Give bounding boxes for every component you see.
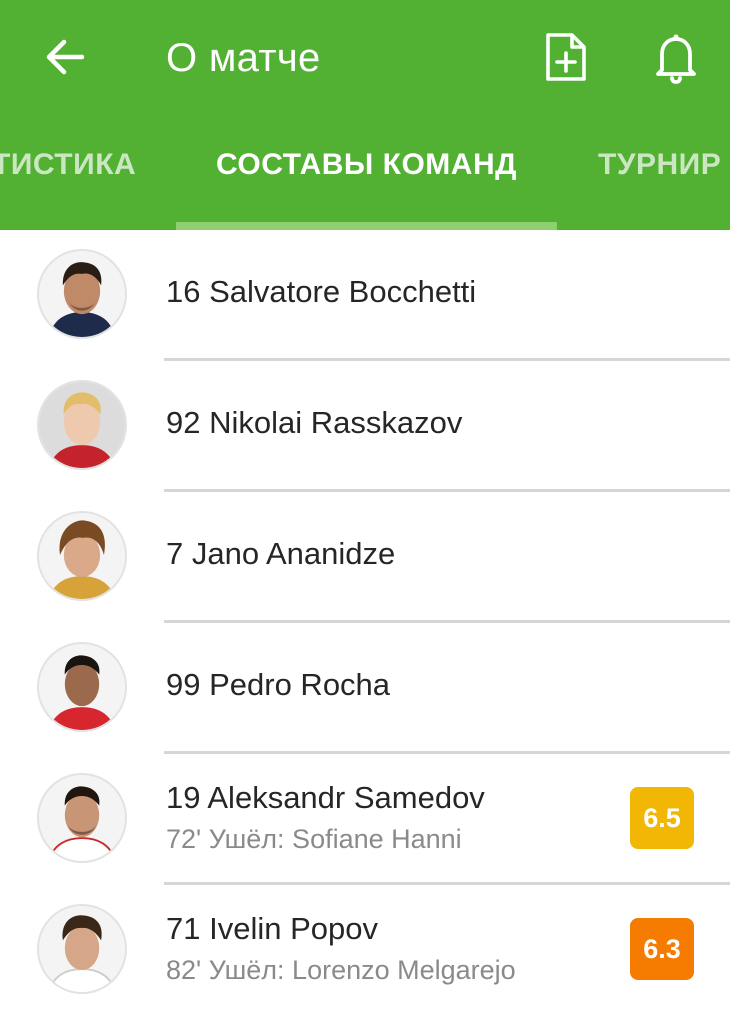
player-name: 7 Jano Ananidze	[166, 536, 396, 571]
player-row[interactable]: 92 Nikolai Rasskazov	[0, 361, 730, 492]
player-name: 99 Pedro Rocha	[166, 667, 391, 702]
player-name: 19 Aleksandr Samedov	[166, 780, 485, 815]
lineup-list: 16 Salvatore Bocchetti 92 Nikolai Rasska…	[0, 230, 730, 1016]
player-avatar	[37, 380, 127, 470]
tab-bar: ТИСТИКА СОСТАВЫ КОМАНД ТУРНИР	[0, 120, 730, 230]
page-title: О матче	[166, 36, 321, 80]
player-name: 92 Nikolai Rasskazov	[166, 405, 463, 440]
bell-icon[interactable]	[652, 32, 700, 84]
player-avatar	[37, 904, 127, 994]
tab-statistics[interactable]: ТИСТИКА	[0, 148, 136, 182]
toolbar: О матче	[0, 0, 730, 115]
player-avatar	[37, 511, 127, 601]
player-row[interactable]: 16 Salvatore Bocchetti	[0, 230, 730, 361]
rating-badge: 6.5	[630, 787, 694, 849]
player-row[interactable]: 71 Ivelin Popov 82' Ушёл: Lorenzo Melgar…	[0, 885, 730, 1016]
back-arrow-icon[interactable]	[42, 34, 88, 80]
player-name: 16 Salvatore Bocchetti	[166, 274, 477, 309]
rating-badge: 6.3	[630, 918, 694, 980]
add-document-icon[interactable]	[543, 31, 589, 83]
player-row[interactable]: 99 Pedro Rocha	[0, 623, 730, 754]
player-row[interactable]: 7 Jano Ananidze	[0, 492, 730, 623]
player-avatar	[37, 773, 127, 863]
app-bar: О матче ТИСТИКА СОСТАВЫ КОМАНД ТУРНИР	[0, 0, 730, 230]
player-avatar	[37, 249, 127, 339]
substitution-info: 82' Ушёл: Lorenzo Melgarejo	[166, 955, 516, 985]
active-tab-indicator	[176, 222, 557, 230]
tab-tournament[interactable]: ТУРНИР	[598, 148, 721, 182]
tab-lineups[interactable]: СОСТАВЫ КОМАНД	[216, 148, 517, 182]
substitution-info: 72' Ушёл: Sofiane Hanni	[166, 824, 462, 854]
player-name: 71 Ivelin Popov	[166, 911, 378, 946]
player-row[interactable]: 19 Aleksandr Samedov 72' Ушёл: Sofiane H…	[0, 754, 730, 885]
player-avatar	[37, 642, 127, 732]
